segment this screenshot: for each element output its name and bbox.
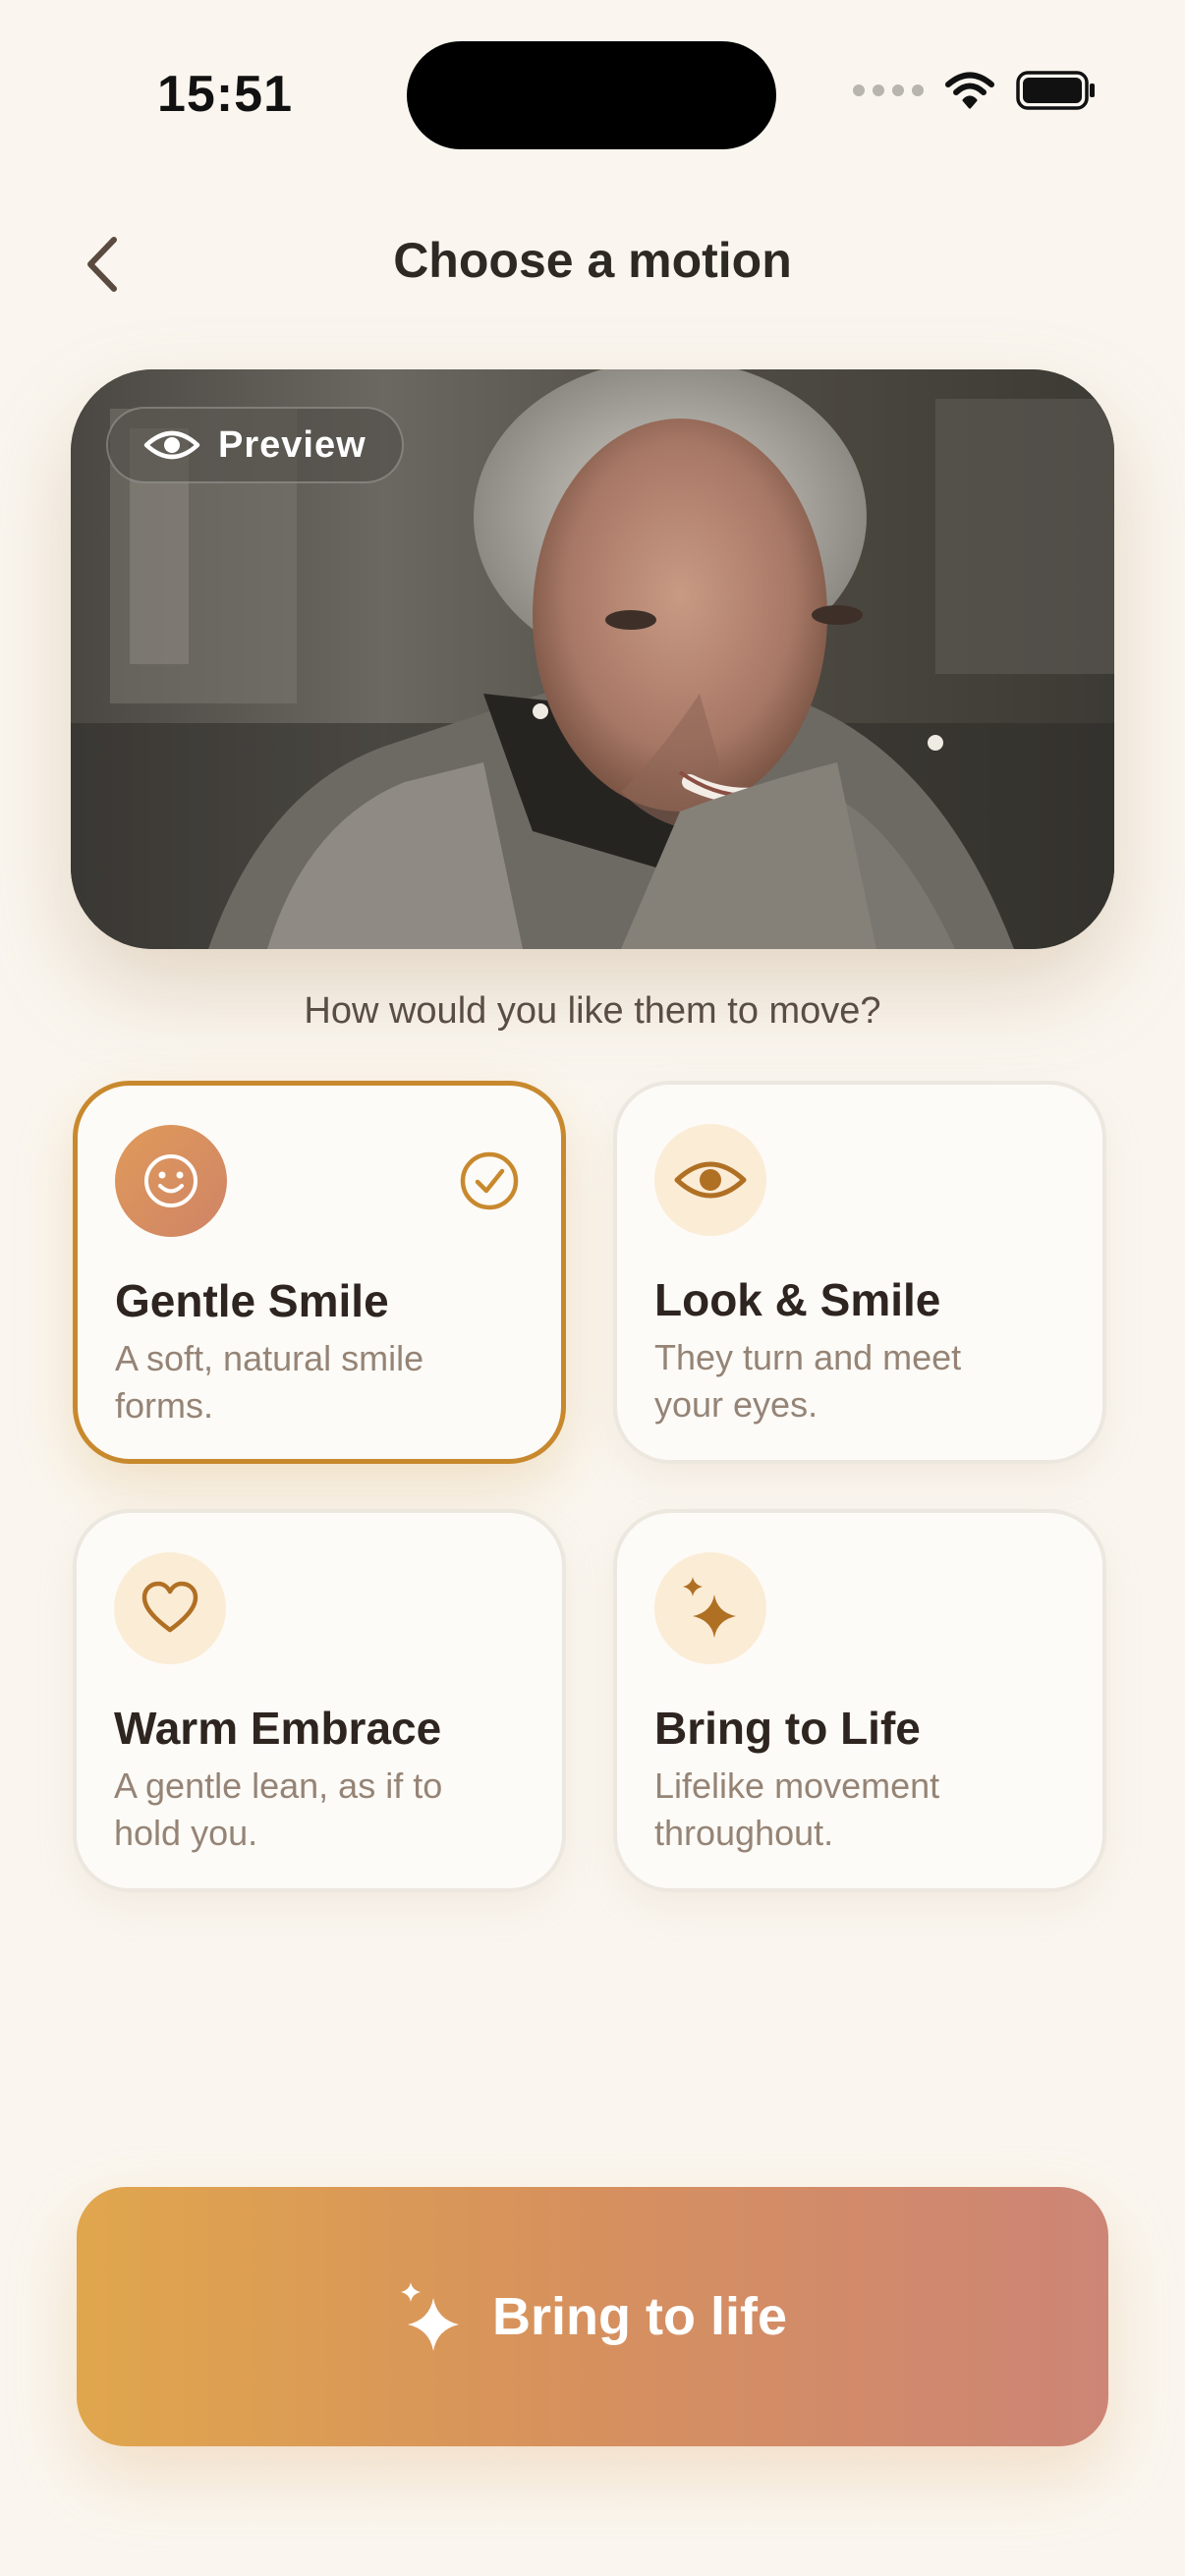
- preview-badge: Preview: [106, 407, 404, 483]
- wifi-icon: [945, 72, 994, 109]
- icon-badge: [114, 1552, 226, 1664]
- motion-card-warm-embrace[interactable]: Warm Embrace A gentle lean, as if to hol…: [73, 1509, 566, 1892]
- motion-description: A gentle lean, as if to hold you.: [114, 1765, 443, 1853]
- icon-badge: [654, 1124, 766, 1236]
- status-indicators: [853, 71, 1097, 110]
- motion-description: They turn and meet your eyes.: [654, 1337, 962, 1425]
- motion-card-look-smile[interactable]: Look & Smile They turn and meet your eye…: [613, 1081, 1106, 1464]
- page-title: Choose a motion: [393, 233, 792, 288]
- photo-preview[interactable]: Preview: [71, 369, 1114, 949]
- icon-badge: [115, 1125, 227, 1237]
- sparkles-icon: [683, 1577, 736, 1638]
- motion-title: Look & Smile: [654, 1274, 941, 1325]
- motion-description: A soft, natural smile forms.: [115, 1338, 424, 1426]
- preview-badge-label: Preview: [218, 423, 367, 466]
- smile-icon: [144, 1154, 198, 1207]
- motion-title: Bring to Life: [654, 1703, 921, 1754]
- bring-to-life-button[interactable]: Bring to life: [77, 2187, 1108, 2446]
- eye-icon: [143, 430, 200, 460]
- motion-question: How would you like them to move?: [304, 990, 881, 1032]
- sparkles-icon: [401, 2282, 459, 2351]
- eye-icon: [674, 1161, 747, 1199]
- motion-title: Warm Embrace: [114, 1703, 442, 1754]
- status-time: 15:51: [157, 66, 293, 123]
- motion-card-bring-to-life[interactable]: Bring to Life Lifelike movement througho…: [613, 1509, 1106, 1892]
- dynamic-island: [407, 41, 776, 149]
- motion-title: Gentle Smile: [115, 1275, 389, 1326]
- cta-label: Bring to life: [492, 2287, 787, 2346]
- battery-icon: [1016, 71, 1095, 110]
- screen: 15:51 Choose a motion Preview How would …: [0, 0, 1185, 2576]
- motion-card-gentle-smile[interactable]: Gentle Smile A soft, natural smile forms…: [73, 1081, 566, 1464]
- heart-icon: [141, 1581, 198, 1633]
- cellular-signal-icon: [853, 84, 924, 96]
- motion-description: Lifelike movement throughout.: [654, 1765, 940, 1853]
- icon-badge: [654, 1552, 766, 1664]
- checkmark-circle-icon: [460, 1151, 519, 1210]
